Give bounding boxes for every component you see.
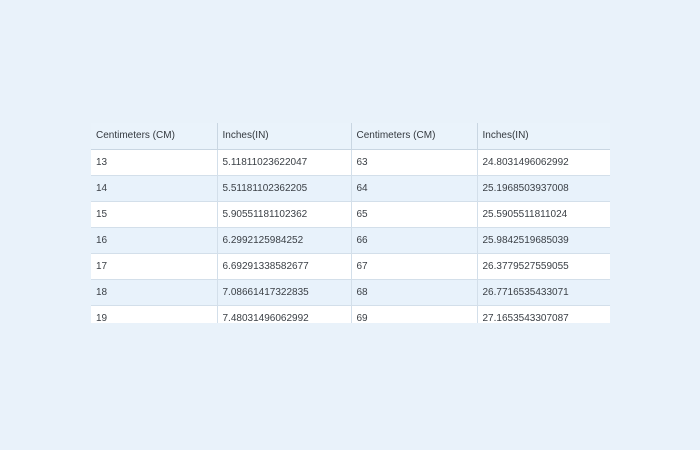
table-cell: 14 bbox=[91, 175, 218, 202]
table-cell: 25.9842519685039 bbox=[477, 227, 610, 254]
table-cell: 65 bbox=[351, 201, 478, 228]
table-cell: 25.5905511811024 bbox=[477, 201, 610, 228]
header-inches-2[interactable]: Inches(IN) bbox=[477, 123, 610, 150]
header-inches-1[interactable]: Inches(IN) bbox=[217, 123, 352, 150]
table-cell: 5.90551181102362 bbox=[217, 201, 352, 228]
table-cell: 25.1968503937008 bbox=[477, 175, 610, 202]
table-cell: 15 bbox=[91, 201, 218, 228]
table-row: 19 7.48031496062992 69 27.1653543307087 bbox=[91, 305, 610, 323]
table-cell: 19 bbox=[91, 305, 218, 323]
table-cell: 24.8031496062992 bbox=[477, 149, 610, 176]
table-header-row: Centimeters (CM) Inches(IN) Centimeters … bbox=[91, 123, 610, 150]
table-cell: 26.3779527559055 bbox=[477, 253, 610, 280]
conversion-table-container[interactable]: Centimeters (CM) Inches(IN) Centimeters … bbox=[91, 123, 610, 323]
table-row: 14 5.51181102362205 64 25.1968503937008 bbox=[91, 175, 610, 202]
table-cell: 7.48031496062992 bbox=[217, 305, 352, 323]
table-cell: 6.2992125984252 bbox=[217, 227, 352, 254]
table-cell: 64 bbox=[351, 175, 478, 202]
header-centimeters-2[interactable]: Centimeters (CM) bbox=[351, 123, 478, 150]
table-cell: 68 bbox=[351, 279, 478, 306]
table-cell: 18 bbox=[91, 279, 218, 306]
table-row: 17 6.69291338582677 67 26.3779527559055 bbox=[91, 253, 610, 280]
table-row: 13 5.11811023622047 63 24.8031496062992 bbox=[91, 149, 610, 176]
table-cell: 63 bbox=[351, 149, 478, 176]
table-row: 15 5.90551181102362 65 25.5905511811024 bbox=[91, 201, 610, 228]
table-cell: 69 bbox=[351, 305, 478, 323]
table-cell: 66 bbox=[351, 227, 478, 254]
table-cell: 17 bbox=[91, 253, 218, 280]
table-cell: 67 bbox=[351, 253, 478, 280]
header-centimeters-1[interactable]: Centimeters (CM) bbox=[91, 123, 218, 150]
table-cell: 5.11811023622047 bbox=[217, 149, 352, 176]
table-cell: 26.7716535433071 bbox=[477, 279, 610, 306]
table-cell: 7.08661417322835 bbox=[217, 279, 352, 306]
cm-to-inches-table: Centimeters (CM) Inches(IN) Centimeters … bbox=[91, 123, 610, 323]
table-cell: 6.69291338582677 bbox=[217, 253, 352, 280]
table-cell: 13 bbox=[91, 149, 218, 176]
table-cell: 27.1653543307087 bbox=[477, 305, 610, 323]
table-row: 18 7.08661417322835 68 26.7716535433071 bbox=[91, 279, 610, 306]
table-cell: 16 bbox=[91, 227, 218, 254]
table-cell: 5.51181102362205 bbox=[217, 175, 352, 202]
table-row: 16 6.2992125984252 66 25.9842519685039 bbox=[91, 227, 610, 254]
